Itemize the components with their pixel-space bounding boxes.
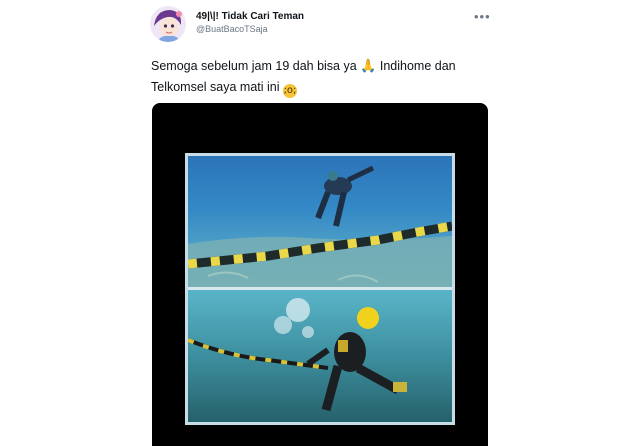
avatar[interactable] (150, 6, 186, 42)
display-name[interactable]: 49|\|! Tidak Cari Teman (196, 11, 304, 22)
underwater-scene-top (188, 156, 452, 288)
tweet-card: 49|\|! Tidak Cari Teman @BuatBacoTSaja •… (0, 0, 640, 446)
diver-cable-illustration (188, 165, 452, 288)
folded-hands-icon: 🙏 (360, 59, 377, 74)
tweet-text-part: Telkomsel saya mati ini (151, 80, 280, 94)
tweet-media[interactable] (152, 103, 488, 446)
tweet-text: Semoga sebelum jam 19 dah bisa ya 🙏 Indi… (151, 56, 496, 98)
username-handle[interactable]: @BuatBacoTSaja (196, 24, 268, 34)
tweet-text-part: Semoga sebelum jam 19 dah bisa ya (151, 59, 357, 73)
diver-holding-cable-illustration (188, 298, 407, 412)
tweet-text-part: Indihome dan (379, 59, 456, 73)
crying-face-icon: ;o; (283, 84, 297, 98)
avatar-illustration (150, 6, 186, 42)
underwater-scene-bottom (188, 290, 452, 422)
media-photo (185, 153, 455, 425)
more-options-icon[interactable]: ••• (474, 9, 491, 24)
